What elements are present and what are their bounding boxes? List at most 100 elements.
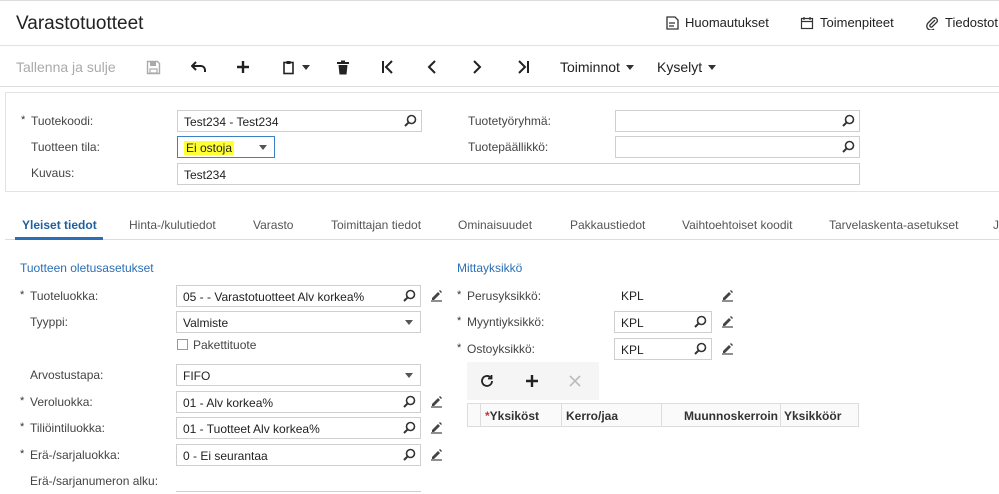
summary-form: * Tuotekoodi: Test234 - Test234 Tuotteen… bbox=[5, 92, 999, 192]
tab-attributes[interactable]: Ominaisuudet bbox=[458, 218, 532, 232]
edit-pencil-icon[interactable] bbox=[430, 421, 443, 434]
search-icon[interactable] bbox=[403, 289, 416, 302]
lot-serial-class-input[interactable]: 0 - Ei seurantaa bbox=[176, 444, 421, 466]
product-workgroup-input[interactable] bbox=[615, 110, 860, 132]
save-close-button[interactable]: Tallenna ja sulje bbox=[16, 47, 116, 87]
product-manager-input[interactable] bbox=[615, 136, 860, 158]
activities-link[interactable]: Toimenpiteet bbox=[800, 15, 894, 30]
tab-vendor[interactable]: Toimittajan tiedot bbox=[331, 218, 421, 232]
tab-cross-reference[interactable]: Vaihtoehtoiset koodit bbox=[682, 218, 793, 232]
required-marker: * bbox=[20, 395, 25, 407]
notes-link[interactable]: Huomautukset bbox=[665, 15, 769, 30]
plus-icon bbox=[237, 61, 249, 73]
column-header-from-unit[interactable]: *Yksiköst bbox=[485, 409, 539, 423]
item-class-label: * Tuoteluokka: bbox=[20, 289, 99, 303]
tab-packaging[interactable]: Pakkaustiedot bbox=[570, 218, 645, 232]
previous-record-button[interactable] bbox=[427, 47, 437, 87]
edit-pencil-icon[interactable] bbox=[721, 315, 734, 328]
column-header-conversion-factor[interactable]: Muunnoskerroin bbox=[684, 409, 778, 423]
tab-general[interactable]: Yleiset tiedot bbox=[22, 218, 97, 232]
clipboard-icon bbox=[283, 60, 294, 74]
description-input[interactable]: Test234 bbox=[177, 163, 860, 185]
close-icon[interactable] bbox=[569, 375, 581, 387]
chevron-down-icon bbox=[708, 64, 717, 70]
toolbar: Tallenna ja sulje Toiminnot Kyselyt bbox=[0, 47, 999, 87]
edit-pencil-icon[interactable] bbox=[430, 448, 443, 461]
posting-class-label: * Tiliöintiluokka: bbox=[20, 421, 105, 435]
purchase-unit-label: * Ostoyksikkö: bbox=[457, 342, 536, 356]
search-icon[interactable] bbox=[842, 114, 855, 127]
column-header-multiply-divide[interactable]: Kerro/jaa bbox=[566, 409, 618, 423]
tab-warehouse[interactable]: Varasto bbox=[253, 218, 293, 232]
search-icon[interactable] bbox=[404, 114, 417, 127]
item-code-input[interactable]: Test234 - Test234 bbox=[177, 110, 422, 132]
search-icon[interactable] bbox=[403, 421, 416, 434]
column-divider bbox=[480, 404, 481, 426]
chevron-left-icon bbox=[427, 60, 436, 74]
search-icon[interactable] bbox=[694, 342, 707, 355]
column-divider bbox=[780, 404, 781, 426]
item-code-label: * Tuotekoodi: bbox=[21, 114, 94, 128]
search-icon[interactable] bbox=[403, 448, 416, 461]
chevron-right-icon bbox=[473, 60, 482, 74]
plus-icon[interactable] bbox=[525, 374, 539, 388]
product-workgroup-label: Tuotetyöryhmä: bbox=[468, 114, 551, 128]
posting-class-input[interactable]: 01 - Tuotteet Alv korkea% bbox=[176, 417, 421, 439]
trash-icon bbox=[337, 60, 349, 74]
page-title: Varastotuotteet bbox=[16, 13, 144, 34]
valuation-method-select[interactable]: FIFO bbox=[176, 364, 421, 386]
activities-label: Toimenpiteet bbox=[820, 15, 894, 30]
uom-section-title: Mittayksikkö bbox=[457, 261, 523, 275]
tab-more[interactable]: J bbox=[993, 218, 999, 232]
refresh-icon[interactable] bbox=[480, 374, 494, 388]
lot-serial-start-label: Erä-/sarjanumeron alku: bbox=[30, 474, 159, 488]
copy-paste-button[interactable] bbox=[282, 47, 310, 87]
search-icon[interactable] bbox=[694, 315, 707, 328]
tab-bar: Yleiset tiedot Hinta-/kulutiedot Varasto… bbox=[5, 210, 999, 240]
kit-label: Pakettituote bbox=[193, 338, 257, 352]
edit-pencil-icon[interactable] bbox=[430, 395, 443, 408]
first-record-button[interactable] bbox=[381, 47, 395, 87]
description-label: Kuvaus: bbox=[31, 166, 75, 180]
undo-button[interactable] bbox=[191, 47, 207, 87]
type-select[interactable]: Valmiste bbox=[176, 311, 421, 333]
chevron-down-icon bbox=[302, 64, 310, 70]
kit-checkbox[interactable] bbox=[177, 339, 188, 350]
required-marker: * bbox=[21, 114, 26, 126]
edit-pencil-icon[interactable] bbox=[430, 289, 443, 302]
last-record-button[interactable] bbox=[516, 47, 530, 87]
item-class-input[interactable]: 05 - - Varastotuotteet Alv korkea% bbox=[176, 285, 421, 307]
sales-unit-input[interactable]: KPL bbox=[614, 311, 712, 333]
actions-menu[interactable]: Toiminnot bbox=[560, 47, 634, 87]
calendar-icon bbox=[800, 16, 814, 29]
add-button[interactable] bbox=[236, 47, 250, 87]
chevron-down-icon bbox=[625, 64, 634, 70]
required-marker: * bbox=[457, 342, 462, 354]
tab-price-cost[interactable]: Hinta-/kulutiedot bbox=[129, 218, 216, 232]
product-manager-label: Tuotepäällikkö: bbox=[468, 140, 549, 154]
files-link[interactable]: Tiedostot bbox=[925, 15, 998, 30]
item-status-value: Ei ostoja bbox=[184, 141, 235, 155]
delete-button[interactable] bbox=[336, 47, 350, 87]
sales-unit-label: * Myyntiyksikkö: bbox=[457, 315, 545, 329]
first-icon bbox=[382, 60, 393, 74]
chevron-down-icon bbox=[405, 320, 413, 325]
save-button[interactable] bbox=[146, 47, 161, 87]
purchase-unit-input[interactable]: KPL bbox=[614, 338, 712, 360]
search-icon[interactable] bbox=[842, 140, 855, 153]
tab-mrp-settings[interactable]: Tarvelaskenta-asetukset bbox=[829, 218, 958, 232]
uom-grid-header: *Yksiköst Kerro/jaa Muunnoskerroin Yksik… bbox=[467, 403, 859, 427]
valuation-method-label: Arvostustapa: bbox=[30, 368, 104, 382]
column-header-to-unit[interactable]: Yksikköör bbox=[784, 409, 841, 423]
actions-label: Toiminnot bbox=[560, 59, 620, 75]
edit-pencil-icon[interactable] bbox=[721, 342, 734, 355]
item-status-select[interactable]: Ei ostoja bbox=[177, 136, 275, 158]
search-icon[interactable] bbox=[403, 395, 416, 408]
queries-menu[interactable]: Kyselyt bbox=[657, 47, 717, 87]
base-unit-value: KPL bbox=[621, 289, 644, 303]
tax-class-input[interactable]: 01 - Alv korkea% bbox=[176, 391, 421, 413]
required-marker: * bbox=[20, 421, 25, 433]
chevron-down-icon bbox=[259, 145, 267, 150]
next-record-button[interactable] bbox=[472, 47, 482, 87]
edit-pencil-icon[interactable] bbox=[721, 289, 734, 302]
